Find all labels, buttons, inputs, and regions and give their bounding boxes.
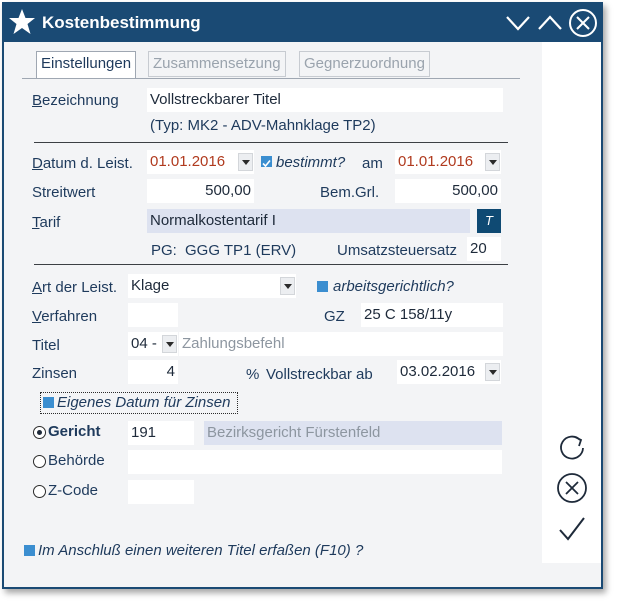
cancel-icon[interactable] bbox=[556, 472, 588, 504]
behoerde-radio[interactable] bbox=[33, 455, 46, 468]
action-panel bbox=[542, 42, 601, 563]
percent-label: % bbox=[246, 366, 260, 383]
chevron-down-icon[interactable] bbox=[280, 277, 295, 295]
chevron-up-icon[interactable] bbox=[535, 8, 565, 38]
typ-text: (Typ: MK2 - ADV-Mahnklage TP2) bbox=[150, 117, 376, 134]
tab-einstellungen[interactable]: Einstellungen bbox=[36, 51, 137, 79]
chevron-down-icon[interactable] bbox=[238, 153, 253, 171]
titel-value[interactable]: Zahlungsbefehl bbox=[179, 332, 503, 356]
vollstreckbar-label: Vollstreckbar ab bbox=[266, 366, 373, 383]
tarif-select-button[interactable]: T bbox=[477, 209, 501, 233]
refresh-icon[interactable] bbox=[556, 431, 588, 463]
title-bar: Kostenbestimmung bbox=[4, 4, 601, 42]
chevron-down-icon[interactable] bbox=[485, 363, 500, 381]
behoerde-label: Behörde bbox=[48, 452, 105, 469]
pg-label: PG: bbox=[151, 242, 177, 259]
tarif-label: Tarif bbox=[32, 214, 61, 231]
form-content: Einstellungen Zusammensetzung Gegnerzuor… bbox=[4, 42, 542, 587]
gericht-code-input[interactable]: 191 bbox=[128, 421, 194, 445]
datum-label: Datum d. Leist. bbox=[32, 155, 133, 172]
titel-label: Titel bbox=[32, 337, 60, 354]
eigenes-datum-label: Eigenes Datum für Zinsen bbox=[57, 394, 231, 411]
star-icon bbox=[9, 9, 35, 34]
ust-input[interactable]: 20 bbox=[467, 237, 501, 261]
gericht-radio[interactable] bbox=[33, 426, 46, 439]
tab-gegnerzuordnung[interactable]: Gegnerzuordnung bbox=[299, 51, 430, 77]
zcode-label: Z-Code bbox=[48, 482, 99, 499]
tab-zusammensetzung[interactable]: Zusammensetzung bbox=[148, 51, 286, 77]
gz-label: GZ bbox=[324, 308, 345, 325]
bezeichnung-label: Bezeichnung bbox=[32, 92, 119, 109]
arbeitsgericht-checkbox[interactable] bbox=[317, 281, 328, 292]
gericht-name: Bezirksgericht Fürstenfeld bbox=[204, 421, 502, 445]
tab-divider bbox=[22, 78, 520, 79]
zinsen-input[interactable]: 4 bbox=[128, 360, 178, 384]
bemgrl-label: Bem.Grl. bbox=[320, 184, 380, 201]
divider-1 bbox=[34, 142, 508, 143]
window-title: Kostenbestimmung bbox=[42, 13, 201, 32]
chevron-down-icon[interactable] bbox=[503, 8, 533, 38]
verfahren-label: Verfahren bbox=[32, 308, 98, 325]
arbeitsgericht-label: arbeitsgerichtlich? bbox=[333, 278, 454, 295]
bemgrl-input[interactable]: 500,00 bbox=[395, 179, 501, 203]
pg-value: GGG TP1 (ERV) bbox=[185, 242, 297, 259]
behoerde-input[interactable] bbox=[128, 450, 502, 474]
streitwert-label: Streitwert bbox=[32, 184, 96, 201]
bestimmt-label: bestimmt? bbox=[276, 154, 346, 171]
anschluss-checkbox[interactable] bbox=[24, 545, 35, 556]
close-circle-icon[interactable] bbox=[568, 8, 598, 38]
zcode-radio[interactable] bbox=[33, 485, 46, 498]
confirm-check-icon[interactable] bbox=[556, 513, 588, 545]
check-icon bbox=[262, 159, 271, 168]
divider-2 bbox=[34, 264, 508, 265]
chevron-down-icon[interactable] bbox=[485, 153, 500, 171]
art-label: Art der Leist. bbox=[32, 279, 118, 296]
verfahren-input[interactable] bbox=[128, 303, 178, 327]
dialog-window: Kostenbestimmung Einstellungen Zusammens… bbox=[2, 2, 603, 589]
vollstreckbar-select[interactable]: 03.02.2016 bbox=[397, 360, 501, 384]
art-select[interactable]: Klage bbox=[128, 274, 296, 298]
tarif-input[interactable]: Normalkostentarif I bbox=[147, 209, 470, 233]
gz-input[interactable]: 25 C 158/11y bbox=[361, 303, 503, 327]
bezeichnung-input[interactable]: Vollstreckbarer Titel bbox=[147, 88, 503, 112]
bestimmt-checkbox[interactable] bbox=[261, 156, 272, 168]
chevron-down-icon[interactable] bbox=[162, 335, 177, 353]
zcode-input[interactable] bbox=[128, 480, 194, 504]
ust-label: Umsatzsteuersatz bbox=[337, 242, 458, 259]
datum-select[interactable]: 01.01.2016 bbox=[147, 150, 254, 174]
titel-code-select[interactable]: 04 - bbox=[128, 332, 178, 356]
anschluss-label: Im Anschluß einen weiteren Titel erfaßen… bbox=[38, 542, 364, 559]
zinsen-label: Zinsen bbox=[32, 365, 78, 382]
eigenes-datum-checkbox[interactable] bbox=[43, 397, 54, 408]
am-date-select[interactable]: 01.01.2016 bbox=[395, 150, 501, 174]
streitwert-input[interactable]: 500,00 bbox=[147, 179, 254, 203]
am-label: am bbox=[362, 155, 383, 172]
eigenes-datum-focus[interactable]: Eigenes Datum für Zinsen bbox=[40, 392, 238, 414]
gericht-label: Gericht bbox=[48, 423, 101, 440]
